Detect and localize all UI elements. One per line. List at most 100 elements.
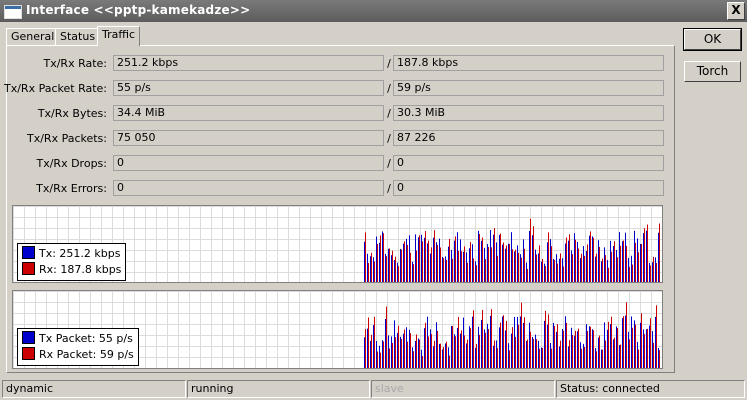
tx-bar — [484, 329, 485, 368]
tx-bar — [454, 240, 455, 282]
tx-bar — [568, 240, 569, 282]
rx-bar — [593, 237, 594, 282]
tx-bar — [628, 331, 629, 368]
rx-bar — [524, 248, 525, 282]
tx-bar — [580, 342, 581, 368]
rx-bar — [401, 338, 402, 368]
torch-button[interactable]: Torch — [684, 61, 741, 82]
rx-swatch — [22, 262, 35, 275]
tx-bar — [640, 243, 641, 282]
rx-bar — [566, 322, 567, 368]
tx-bar — [547, 324, 548, 368]
rx-bar — [557, 263, 558, 282]
status-slave: slave — [371, 380, 555, 398]
tx-bar — [445, 343, 446, 368]
tx-bar — [472, 316, 473, 368]
tx-bar — [388, 248, 389, 282]
tx-bar — [376, 236, 377, 282]
rx-packets-field: 87 226 — [393, 130, 664, 146]
tx-packets-field: 75 050 — [113, 130, 384, 146]
rx-bar — [596, 253, 597, 282]
tx-bar — [403, 243, 404, 282]
tx-bar — [571, 250, 572, 282]
tx-bar — [439, 343, 440, 368]
tx-bar — [535, 334, 536, 368]
tx-bar — [523, 322, 524, 368]
tx-bar — [370, 340, 371, 368]
rx-bar — [443, 258, 444, 282]
tx-bar — [634, 230, 635, 282]
rx-bar — [389, 248, 390, 282]
close-button[interactable]: X — [727, 2, 745, 20]
tx-bar — [541, 347, 542, 368]
tx-bar — [577, 241, 578, 282]
rx-bar — [386, 256, 387, 282]
tx-bar — [403, 333, 404, 368]
rx-bar — [488, 247, 489, 282]
rx-bar — [578, 248, 579, 282]
tx-bar — [427, 243, 428, 282]
tx-bar — [415, 234, 416, 282]
tx-bar — [562, 328, 563, 368]
title-bar[interactable]: Interface <<pptp-kamekadze>> X — [0, 0, 747, 22]
tx-bar — [586, 250, 587, 282]
rx-rate-field: 187.8 kbps — [393, 55, 664, 71]
rx-bar — [503, 242, 504, 282]
rx-bar — [587, 331, 588, 368]
rx-bar — [650, 265, 651, 282]
rx-bar — [437, 331, 438, 368]
rx-bar — [578, 328, 579, 368]
tx-bar — [547, 242, 548, 282]
ok-button[interactable]: OK — [683, 28, 742, 51]
rx-bar — [452, 326, 453, 368]
packet-legend-tx-label: Tx Packet: 55 p/s — [39, 332, 133, 345]
tx-bar — [637, 238, 638, 282]
rx-bar — [434, 230, 435, 282]
rx-bar — [554, 259, 555, 282]
rx-bar — [434, 340, 435, 368]
rx-bar — [398, 325, 399, 368]
tab-status[interactable]: Status — [55, 28, 101, 45]
tx-bar — [511, 232, 512, 282]
rx-bar — [380, 352, 381, 368]
tx-bar — [454, 334, 455, 368]
rx-bar — [443, 347, 444, 368]
tx-bar — [460, 239, 461, 282]
rx-bar — [446, 259, 447, 282]
rx-bar — [482, 309, 483, 368]
tx-bar — [619, 345, 620, 368]
rx-bar — [419, 235, 420, 282]
tx-bar — [496, 340, 497, 368]
rx-bar — [470, 328, 471, 368]
tx-bar — [631, 255, 632, 282]
rx-bar — [395, 337, 396, 368]
tx-bar — [487, 323, 488, 368]
tx-bar — [367, 253, 368, 282]
tx-bar — [622, 241, 623, 282]
rx-bar — [458, 250, 459, 282]
rx-bar — [614, 241, 615, 282]
rx-bar — [569, 340, 570, 368]
rx-bar — [392, 250, 393, 282]
tab-traffic[interactable]: Traffic — [97, 26, 141, 46]
tx-packet-swatch — [22, 331, 35, 344]
tab-general[interactable]: General — [6, 28, 60, 45]
tx-bar — [394, 320, 395, 368]
tx-bar — [514, 316, 515, 368]
tx-bar — [592, 236, 593, 282]
rx-bar — [365, 329, 366, 368]
rx-bar — [428, 240, 429, 282]
tx-bar — [622, 318, 623, 368]
rx-bar — [611, 316, 612, 368]
rx-bar — [554, 325, 555, 368]
tx-bar — [409, 329, 410, 368]
packet-graph: Tx Packet: 55 p/s Rx Packet: 59 p/s — [12, 290, 663, 369]
tx-bar — [610, 240, 611, 282]
rx-bar — [425, 322, 426, 368]
rate-graph: Tx: 251.2 kbps Rx: 187.8 kbps — [12, 205, 663, 283]
rx-bar — [653, 342, 654, 368]
rx-bar — [491, 247, 492, 282]
rx-bar — [380, 235, 381, 282]
tx-bar — [481, 240, 482, 282]
tx-bar — [478, 326, 479, 368]
